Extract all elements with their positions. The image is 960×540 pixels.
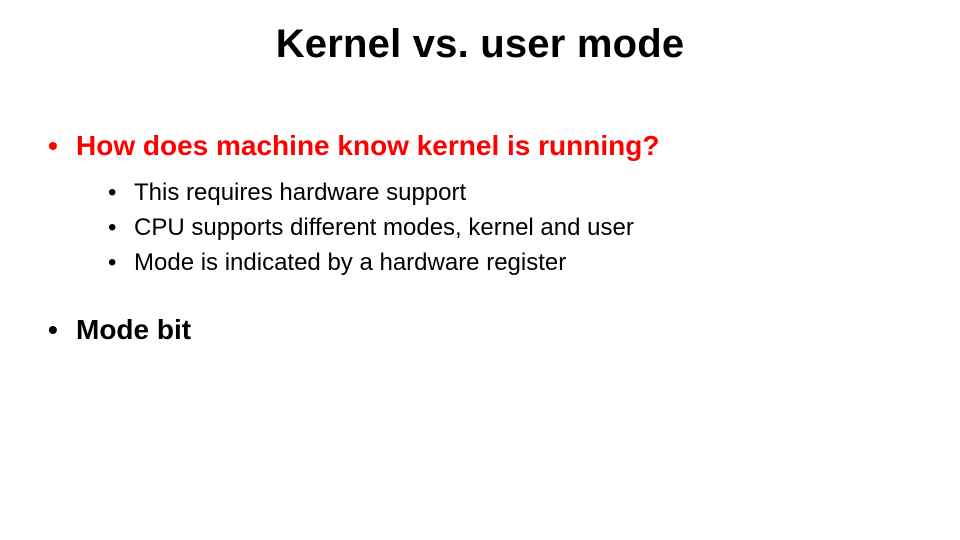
bullet-text: How does machine know kernel is running? <box>76 130 659 162</box>
bullet-text: This requires hardware support <box>134 176 466 211</box>
bullet-icon: • <box>108 211 134 246</box>
bullet-text: Mode bit <box>76 314 191 346</box>
slide-title: Kernel vs. user mode <box>0 22 960 67</box>
bullet-level2: • CPU supports different modes, kernel a… <box>108 211 912 246</box>
bullet-text: CPU supports different modes, kernel and… <box>134 211 634 246</box>
slide-body: • How does machine know kernel is runnin… <box>48 130 912 360</box>
bullet-icon: • <box>108 246 134 281</box>
bullet-level1: • How does machine know kernel is runnin… <box>48 130 912 162</box>
bullet-level2: • This requires hardware support <box>108 176 912 211</box>
slide: Kernel vs. user mode • How does machine … <box>0 0 960 540</box>
bullet-icon: • <box>48 130 76 162</box>
bullet-level2: • Mode is indicated by a hardware regist… <box>108 246 912 281</box>
bullet-level1: • Mode bit <box>48 314 912 346</box>
bullet-icon: • <box>48 314 76 346</box>
bullet-icon: • <box>108 176 134 211</box>
bullet-text: Mode is indicated by a hardware register <box>134 246 566 281</box>
sub-list: • This requires hardware support • CPU s… <box>108 176 912 280</box>
